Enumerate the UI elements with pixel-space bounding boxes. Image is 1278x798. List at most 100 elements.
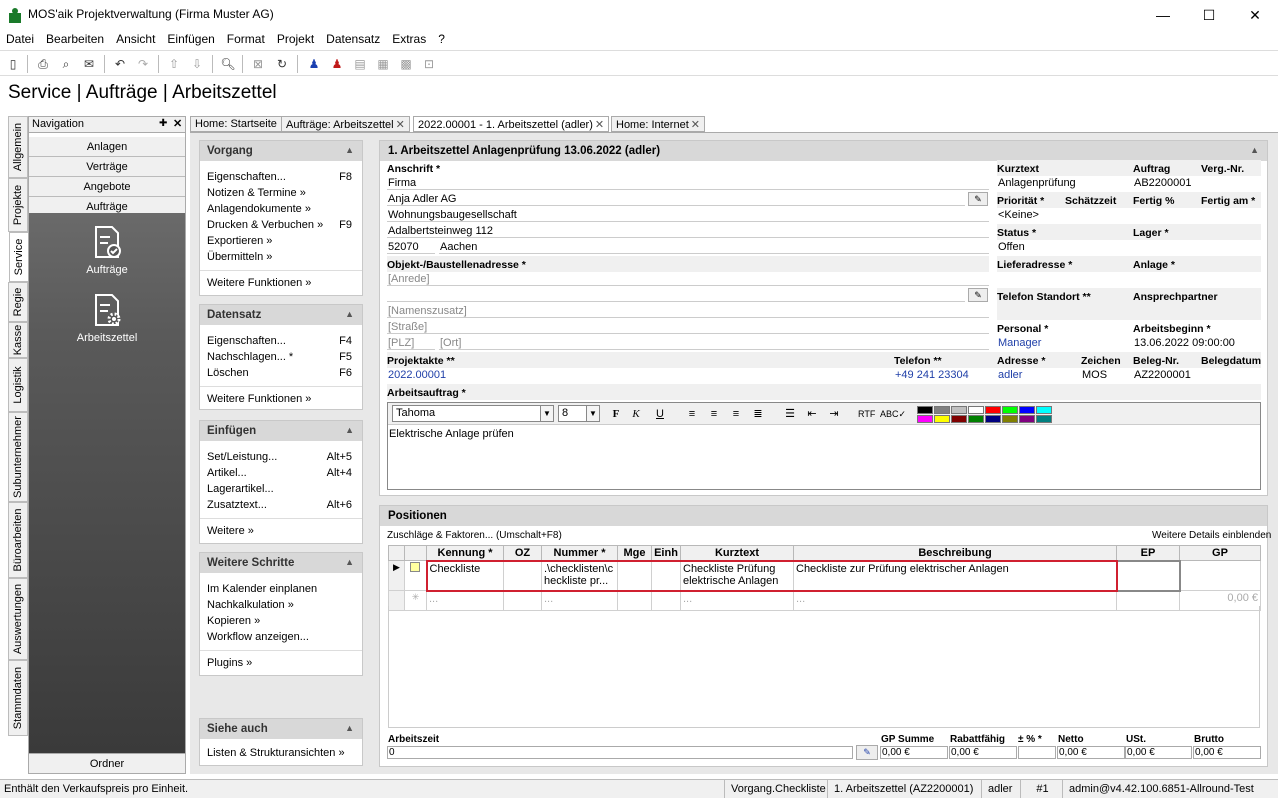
arbeitsauftrag-editor[interactable]: Tahoma ▼ 8 ▼ F K U ≡ ≡ ≡ ≣ ☰ ⇤ ⇥ RTF ABC✓ … xyxy=(387,402,1261,490)
zuschlaege-link[interactable]: Zuschläge & Faktoren... (Umschalt+F8) xyxy=(387,530,562,541)
cell-oz[interactable] xyxy=(503,559,542,592)
vtab-bueroarbeiten[interactable]: Büroarbeiten xyxy=(8,502,28,578)
fertig-am-field[interactable] xyxy=(1201,208,1261,222)
rtf-icon[interactable]: RTF xyxy=(858,406,875,422)
menu-help[interactable]: ? xyxy=(432,30,451,46)
col-einh[interactable]: Einh xyxy=(651,545,681,561)
anschrift-plz-field[interactable]: 52070 xyxy=(387,240,435,254)
col-nummer[interactable]: Nummer * xyxy=(541,545,618,561)
action-drucken-verbuchen[interactable]: Drucken & Verbuchen » F9 xyxy=(200,217,362,233)
panel-header[interactable]: Siehe auch ▲ xyxy=(200,719,362,739)
ordner-button[interactable]: Ordner xyxy=(29,753,185,773)
fertig-pct-field[interactable] xyxy=(1133,208,1193,222)
action-nachschlagen[interactable]: Nachschlagen... * F5 xyxy=(200,349,362,365)
col-mge[interactable]: Mge xyxy=(617,545,652,561)
action-notizen-termine[interactable]: Notizen & Termine » xyxy=(200,185,362,201)
menu-format[interactable]: Format xyxy=(221,30,271,46)
ust-field[interactable]: 0,00 € xyxy=(1125,746,1192,759)
tab-auftraege-arbeitszettel[interactable]: Aufträge: Arbeitszettel ✕ xyxy=(281,116,410,132)
action-set-leistung[interactable]: Set/Leistung... Alt+5 xyxy=(200,449,362,465)
align-right-icon[interactable]: ≡ xyxy=(728,406,744,422)
indent-icon[interactable]: ⇥ xyxy=(826,406,842,422)
vtab-stammdaten[interactable]: Stammdaten xyxy=(8,660,28,736)
table-row[interactable]: ▶ Checkliste .\checklisten\checkliste pr… xyxy=(388,559,1261,592)
cell-gp[interactable] xyxy=(1179,560,1261,591)
color-swatch[interactable] xyxy=(917,415,933,423)
redo-icon[interactable]: ↷ xyxy=(134,55,152,73)
menu-datensatz[interactable]: Datensatz xyxy=(320,30,386,46)
col-gp[interactable]: GP xyxy=(1179,545,1261,561)
action-kalender-einplanen[interactable]: Im Kalender einplanen xyxy=(200,581,362,597)
anschrift-line2-field[interactable]: Anja Adler AG xyxy=(387,192,965,206)
tab-home-startseite[interactable]: Home: Startseite xyxy=(190,116,282,132)
undo-icon[interactable]: ↶ xyxy=(111,55,129,73)
color-swatch[interactable] xyxy=(1019,415,1035,423)
justify-icon[interactable]: ≣ xyxy=(750,406,766,422)
vtab-subunternehmer[interactable]: Subunternehmer xyxy=(8,412,28,502)
align-center-icon[interactable]: ≡ xyxy=(706,406,722,422)
zeichen-field[interactable]: MOS xyxy=(1081,368,1125,382)
col-kurztext[interactable]: Kurztext xyxy=(680,545,794,561)
color-swatch[interactable] xyxy=(1002,415,1018,423)
vtab-auswertungen[interactable]: Auswertungen xyxy=(8,578,28,660)
spellcheck-icon[interactable]: ABC✓ xyxy=(880,406,906,422)
tab-home-internet[interactable]: Home: Internet ✕ xyxy=(611,116,705,132)
delete-icon[interactable]: ⊠ xyxy=(249,55,267,73)
collapse-icon[interactable]: ▲ xyxy=(345,309,354,319)
col-oz[interactable]: OZ xyxy=(503,545,542,561)
color-swatch[interactable] xyxy=(1036,406,1052,414)
vtab-kasse[interactable]: Kasse xyxy=(8,322,28,358)
brutto-field[interactable]: 0,00 € xyxy=(1193,746,1261,759)
bold-icon[interactable]: F xyxy=(608,406,624,422)
nav-button-vertraege[interactable]: Verträge xyxy=(29,157,185,177)
underline-icon[interactable]: U xyxy=(652,406,668,422)
menu-projekt[interactable]: Projekt xyxy=(271,30,320,46)
color-swatch[interactable] xyxy=(1002,406,1018,414)
belegdatum-field[interactable] xyxy=(1201,368,1261,382)
action-listen-strukturansichten[interactable]: Listen & Strukturansichten » xyxy=(200,745,362,761)
weitere-details-link[interactable]: Weitere Details einblenden xyxy=(1152,530,1271,541)
menu-ansicht[interactable]: Ansicht xyxy=(110,30,161,46)
color-swatch[interactable] xyxy=(1019,406,1035,414)
color-swatch[interactable] xyxy=(968,415,984,423)
bullet-list-icon[interactable]: ☰ xyxy=(782,406,798,422)
lieferadresse-field[interactable] xyxy=(997,272,1125,286)
close-tab-icon[interactable]: ✕ xyxy=(595,119,604,131)
telefon-field[interactable]: +49 241 23304 xyxy=(894,368,989,382)
minimize-button[interactable]: — xyxy=(1140,0,1186,30)
edit-arbeitszeit-icon[interactable]: ✎ xyxy=(856,745,878,760)
email-icon[interactable]: ✉ xyxy=(80,55,98,73)
print-icon[interactable]: ⎙ xyxy=(34,55,52,73)
close-navigation-icon[interactable]: ✕ xyxy=(173,117,182,130)
close-window-button[interactable]: ✕ xyxy=(1232,0,1278,30)
action-weitere-funktionen[interactable]: Weitere Funktionen » xyxy=(200,391,362,407)
refresh-icon[interactable]: ↻ xyxy=(273,55,291,73)
user-blue-icon[interactable]: ♟ xyxy=(305,55,323,73)
color-swatch[interactable] xyxy=(934,406,950,414)
pct-field[interactable] xyxy=(1018,746,1056,759)
menu-datei[interactable]: Datei xyxy=(0,30,40,46)
tab-arbeitszettel-adler[interactable]: 2022.00001 - 1. Arbeitszettel (adler) ✕ xyxy=(413,116,610,132)
vtab-projekte[interactable]: Projekte xyxy=(8,178,28,232)
collapse-icon[interactable]: ▲ xyxy=(345,425,354,435)
color-swatch[interactable] xyxy=(1036,415,1052,423)
objekt-namenszusatz-field[interactable]: [Namenszusatz] xyxy=(387,304,989,318)
arbeitszeit-field[interactable]: 0 xyxy=(387,746,853,759)
panel-header[interactable]: Weitere Schritte ▲ xyxy=(200,553,362,573)
anschrift-line1-field[interactable]: Firma xyxy=(387,176,989,190)
lager-field[interactable] xyxy=(1133,240,1261,254)
maximize-button[interactable]: ☐ xyxy=(1186,0,1232,30)
panel-header[interactable]: Vorgang ▲ xyxy=(200,141,362,161)
pin-icon[interactable]: ✚ xyxy=(159,118,167,129)
col-beschreibung[interactable]: Beschreibung xyxy=(793,545,1117,561)
cell-kurztext[interactable]: Checkliste Prüfung elektrische Anlagen xyxy=(680,559,794,592)
action-uebermitteln[interactable]: Übermitteln » xyxy=(200,249,362,265)
menu-extras[interactable]: Extras xyxy=(386,30,432,46)
objekt-ort-field[interactable]: [Ort] xyxy=(439,336,989,350)
action-zusatztext[interactable]: Zusatztext... Alt+6 xyxy=(200,497,362,513)
rabattfaehig-field[interactable]: 0,00 € xyxy=(949,746,1017,759)
cell-beschreibung[interactable]: Checkliste zur Prüfung elektrischer Anla… xyxy=(793,559,1118,592)
gp-summe-field[interactable]: 0,00 € xyxy=(880,746,948,759)
edit-objekt-icon[interactable]: ✎ xyxy=(968,288,988,302)
align-left-icon[interactable]: ≡ xyxy=(684,406,700,422)
